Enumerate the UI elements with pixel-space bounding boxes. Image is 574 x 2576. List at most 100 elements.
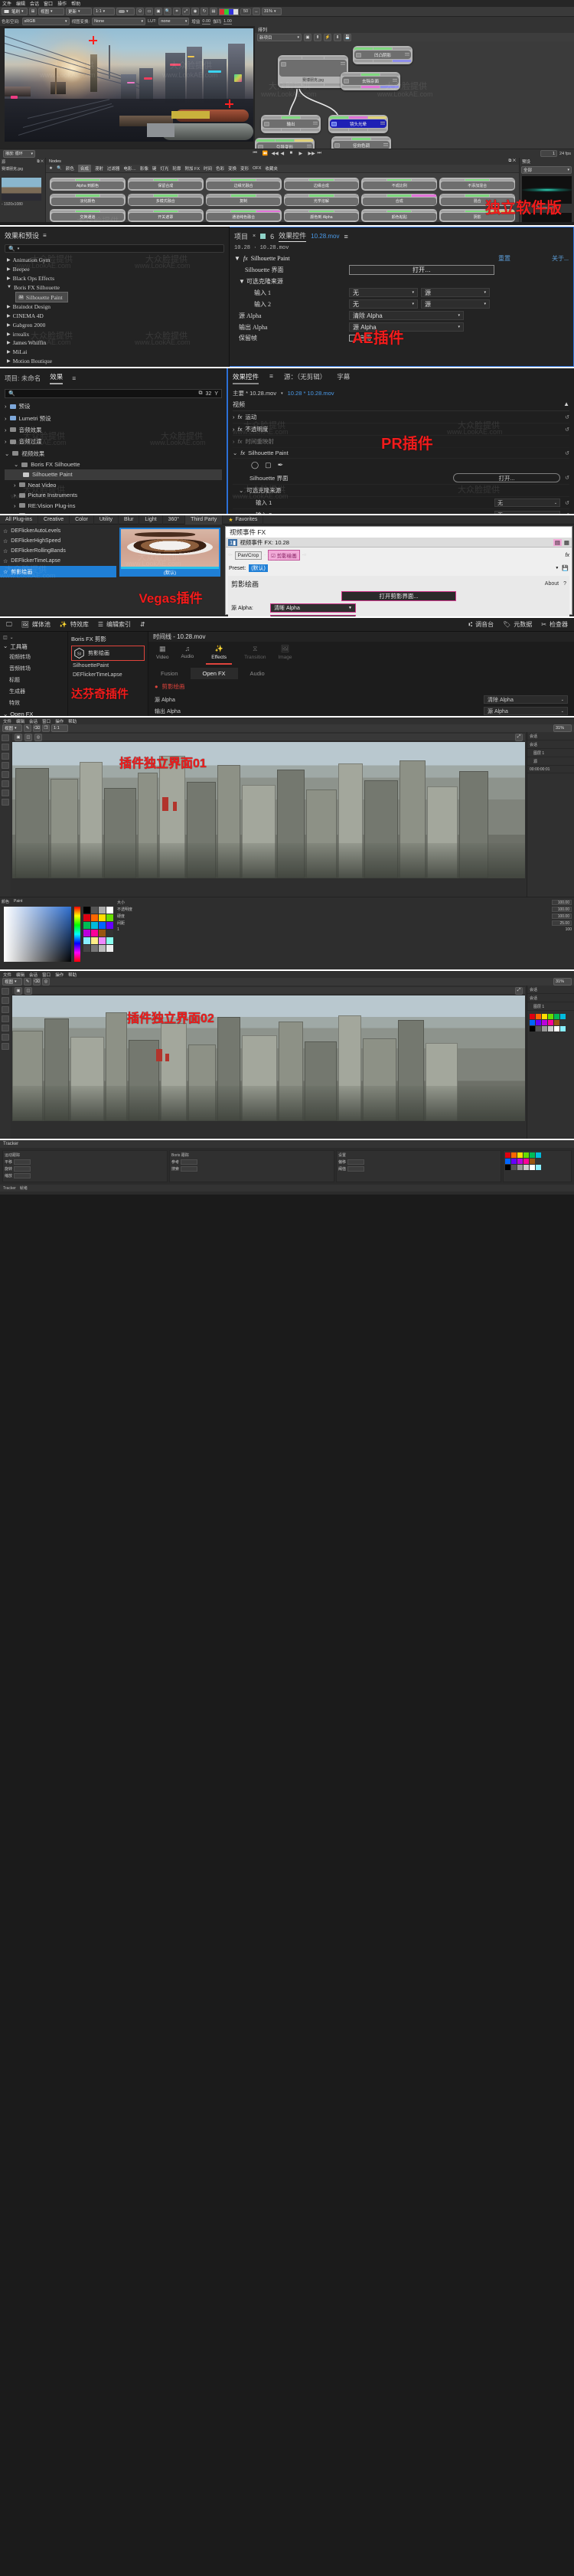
tracker-panel-boris[interactable]: Boris 跟踪 参考 搜索	[169, 1150, 334, 1182]
node-graph-pane[interactable]: 排列 新项目 ▾ ▣ ⬆ ⚡ ⬇ 💾 赛博朋克.jpg 凹凸阴影 去除杂面 输出…	[255, 26, 574, 149]
node-btn[interactable]: 开关遮罩	[127, 209, 204, 222]
node-btn[interactable]: 颜色到 Alpha	[283, 209, 360, 222]
viewtransform-select[interactable]: None ▾	[92, 18, 146, 25]
rect-mask-icon[interactable]: ▢	[265, 461, 272, 469]
shape-select[interactable]: ▾	[116, 8, 135, 15]
ae-input1-select[interactable]: 无 ▾	[349, 288, 418, 297]
tab-warp[interactable]: 变形	[240, 165, 249, 172]
vegas-preset-row[interactable]: Preset: (默认) ▼ 💾	[226, 563, 572, 574]
chevron-up-icon[interactable]: ▲	[563, 400, 569, 409]
ae-list-item[interactable]: ▶ irrealix	[5, 329, 224, 338]
view-select[interactable]: 视图 ▾	[38, 8, 64, 15]
tracker-input[interactable]	[14, 1166, 31, 1172]
ae-reset-link[interactable]: 重置	[498, 254, 510, 263]
dv-toolbox-item[interactable]: 生成器	[3, 685, 64, 697]
dv-inspector[interactable]: ✂ 检查器	[541, 620, 568, 629]
bolt-icon[interactable]: ⚡	[324, 33, 331, 41]
sil2-tool-brush-icon[interactable]	[2, 997, 9, 1004]
sil2-tool-zoom-icon[interactable]	[2, 1043, 9, 1050]
tracker-panel-motion[interactable]: 运动跟踪 平移 旋转 缩放	[2, 1150, 168, 1182]
node-btn[interactable]: 通道纯色融合	[205, 209, 282, 222]
ae-effect-list[interactable]: ▶ Animation Gym ▶ Beepee ▶ Black Ops Effect…	[5, 256, 224, 374]
chevron-down-icon[interactable]: ⌄	[233, 449, 237, 456]
node-btn[interactable]: 不成比例	[361, 178, 438, 191]
davinci-inspector-panel[interactable]: 时间线 - 10.28.mov ▦ Video ♫ Audio ✨ Effects ⧖…	[148, 632, 574, 735]
node-btn[interactable]: 交换通道	[50, 209, 126, 222]
tracker-input[interactable]	[14, 1173, 31, 1178]
menu-edit[interactable]: 编辑	[16, 972, 24, 978]
sil2-tool-rail[interactable]	[0, 986, 11, 1139]
node-panel-toolbar[interactable]: 新项目 ▾ ▣ ⬆ ⚡ ⬇ 💾	[255, 33, 574, 41]
dv-toolbox-item[interactable]: 音频转场	[3, 662, 64, 674]
dv-viewer-icon[interactable]: 🖵	[6, 621, 12, 629]
ae-tab-strip[interactable]: 项目 × 6 效果控件 10.28.mov ≡	[234, 230, 569, 242]
vegas-chain-silhouette-paint[interactable]: ☑ 剪影绘画	[268, 550, 300, 561]
pr-tab-effects[interactable]: 效果	[50, 372, 64, 384]
ae-list-item[interactable]: ▶ Beepee	[5, 265, 224, 274]
frame-icon[interactable]: ▣	[155, 8, 162, 15]
pr-tree-item-silhouette-paint[interactable]: Silhouette Paint	[5, 469, 222, 480]
ae-param-row-input2[interactable]: 输入 2 无 ▾ 源 ▾	[234, 299, 569, 309]
sil1-brush-icon[interactable]: ✎	[24, 724, 31, 732]
ae-list-item[interactable]: ▶ Braindot Design	[5, 302, 224, 312]
menu-actions[interactable]: 操作	[57, 0, 67, 7]
pr-tree-item[interactable]: › Picture Instruments	[5, 490, 222, 500]
vegas-list-item[interactable]: ☆ DEFlickerRollingBands	[0, 546, 116, 556]
pr-search-box[interactable]: 🔍 ⧉ 32 Y	[5, 389, 222, 398]
dv-tab-image[interactable]: 🖼 Image	[278, 645, 292, 665]
tracker-input[interactable]	[347, 1159, 365, 1165]
pr-video-section[interactable]: 视频 ▲	[233, 400, 569, 411]
dv-subtab-openfx[interactable]: Open FX	[190, 668, 238, 679]
tracker-row[interactable]: 搜索	[171, 1166, 332, 1172]
gamma-value[interactable]: 1.00	[223, 19, 232, 25]
chevron-right-icon[interactable]: ›	[5, 438, 7, 445]
ae-list-item[interactable]: ▶ Black Ops Effects	[5, 274, 224, 283]
menu-file[interactable]: 文件	[3, 718, 11, 724]
node-btn[interactable]: 合成	[361, 193, 438, 206]
favorites-star-icon[interactable]: ★	[49, 166, 53, 171]
sil1-param-row[interactable]: 硬度 100.00	[117, 913, 572, 920]
tab-filter[interactable]: 过滤器	[107, 165, 120, 172]
sil1-ratio-select[interactable]: 1:1	[51, 724, 68, 732]
tab-diffuse[interactable]: 漫射	[95, 165, 103, 172]
pr-param-interface[interactable]: Silhouette 界面 打开... ↺	[233, 472, 569, 485]
ratio-select[interactable]: 1:1 ▾	[93, 8, 115, 15]
dv-sort-icon[interactable]: ⇵	[140, 621, 145, 628]
menu-file[interactable]: 文件	[3, 972, 11, 978]
export-icon[interactable]: ⬆	[314, 33, 321, 41]
sil1-side-panel[interactable]: 会话 会话 图层 1 源 00:00:00:01	[527, 732, 574, 897]
sil1-tool-rail[interactable]	[0, 732, 11, 897]
tracker-swatch-grid[interactable]	[505, 1152, 569, 1170]
ae-list-item[interactable]: ▶ Gabgren 2000	[5, 320, 224, 329]
chevron-right-icon[interactable]: ›	[14, 502, 16, 509]
dv-mixer[interactable]: ⑆ 调音台	[468, 620, 494, 629]
sil2-tree-item[interactable]: 图层 1	[527, 1002, 574, 1011]
sil2-alpha-icon[interactable]: ◫	[24, 986, 32, 995]
node-source[interactable]: 赛博朋克.jpg	[278, 55, 348, 88]
sil1-viewer-toolbar[interactable]: ▣ ◫ ◎ ⤢	[12, 733, 525, 741]
tab-key[interactable]: 键	[152, 165, 157, 172]
menu-file[interactable]: 文件	[2, 0, 11, 7]
dv-output-alpha-select[interactable]: 源 Alpha ⌄	[484, 707, 568, 715]
reset-icon[interactable]: ↺	[565, 427, 569, 433]
sil2-tree-item[interactable]: 会话	[527, 994, 574, 1002]
dv-source-alpha-select[interactable]: 清除 Alpha ⌄	[484, 695, 568, 704]
pr-tree-item[interactable]: › 音频效果	[5, 424, 222, 436]
tracker-input[interactable]	[181, 1166, 198, 1172]
value-field[interactable]: 50	[240, 8, 251, 15]
tool-select[interactable]: 笔刷 ▾	[2, 8, 28, 15]
node-btn[interactable]: 颜色粘贴	[361, 209, 438, 222]
reset-icon[interactable]: ↺	[565, 414, 569, 420]
ae-param-group-clone[interactable]: ▼ 可选克隆来源	[234, 277, 569, 286]
menu-window[interactable]: 窗口	[42, 718, 51, 724]
sil2-tool-eraser-icon[interactable]	[2, 1015, 9, 1022]
dv-effects-library[interactable]: ✨ 特效库	[60, 620, 89, 629]
ae-effects-presets-panel[interactable]: 效果和预设 ≡ 🔍 ▾ ▶ Animation Gym ▶ Beepee ▶ Blac…	[0, 227, 230, 374]
source-panel[interactable]: 源 ⧉ ✕ 赛博朋克.jpg - 1920x1080	[0, 158, 46, 231]
sil1-viewer[interactable]: ▣ ◫ ◎ ⤢ 插件独立界面01	[11, 732, 527, 897]
davinci-toolbar[interactable]: 🖵 🖼 媒体池 ✨ 特效库 ☰ 编辑索引 ⇵ ⑆ 调音台 🏷 元数据 ✂ 检查器	[0, 618, 574, 632]
menu-edit[interactable]: 编辑	[16, 718, 24, 724]
viewer-icon[interactable]: ▣	[304, 33, 311, 41]
sil2-brush-icon[interactable]: ✎	[24, 978, 31, 986]
tab-transform[interactable]: 变换	[228, 165, 236, 172]
